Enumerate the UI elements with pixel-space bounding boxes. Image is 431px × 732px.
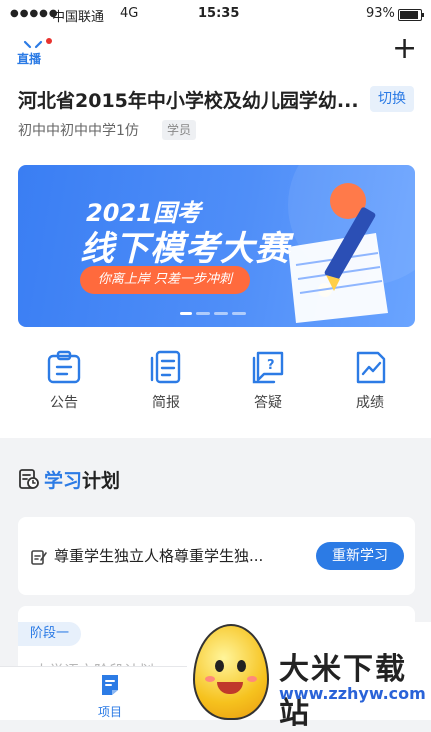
plan-item-card[interactable]: 尊重学生独立人格尊重学生独... 重新学习 (18, 517, 415, 595)
notice-icon (47, 350, 81, 384)
watermark-url: www.zzhyw.com (279, 684, 426, 703)
promo-banner[interactable]: 2021国考 线下模考大赛 你离上岸 只差一步冲刺 (18, 165, 415, 327)
class-name: 初中中初中中学1仿 (18, 123, 139, 139)
project-icon (102, 675, 118, 695)
quick-action-label: 简报 (152, 395, 180, 411)
watermark-logo (193, 624, 269, 720)
quick-action-report[interactable]: 简报 (126, 350, 206, 412)
clock: 15:35 (198, 6, 240, 21)
tab-project[interactable]: 项目 (85, 673, 135, 720)
quick-action-label: 公告 (50, 395, 78, 411)
add-icon[interactable]: + (392, 34, 417, 64)
restart-study-button[interactable]: 重新学习 (316, 542, 404, 570)
question-icon: ? (252, 351, 284, 384)
banner-title: 线下模考大赛 (80, 229, 290, 269)
quick-action-label: 成绩 (356, 395, 384, 411)
course-title: 河北省2015年中小学校及幼儿园学幼... (18, 90, 359, 112)
carrier-name: 中国联通 (52, 10, 105, 25)
carousel-dot[interactable] (196, 312, 210, 315)
battery-icon (398, 9, 424, 21)
quick-action-notice[interactable]: 公告 (24, 350, 104, 412)
svg-text:?: ? (267, 358, 275, 373)
carousel-dot[interactable] (214, 312, 228, 315)
quick-action-label: 答疑 (254, 395, 282, 411)
header-panel: 直播 + 河北省2015年中小学校及幼儿园学幼... 切换 初中中初中中学1仿 … (0, 28, 431, 438)
study-plan-icon (19, 469, 39, 489)
plan-item-title: 尊重学生独立人格尊重学生独... (54, 547, 264, 565)
network-type: 4G (120, 6, 139, 21)
battery-percent: 93% (366, 6, 395, 21)
section-title-study-plan: 学习计划 (44, 466, 120, 493)
logo-label[interactable]: 直播 (17, 50, 41, 67)
carousel-dot[interactable] (232, 312, 246, 315)
notification-dot (46, 38, 52, 44)
status-bar: ●●●●● 中国联通 4G 15:35 93% (0, 0, 431, 28)
tab-label: 项目 (97, 705, 122, 719)
carousel-indicator[interactable] (180, 312, 246, 315)
report-icon (150, 350, 181, 384)
edit-doc-icon (31, 550, 47, 565)
stage-label: 阶段一 (18, 622, 82, 646)
carousel-dot[interactable] (180, 312, 192, 315)
switch-button[interactable]: 切换 (370, 86, 414, 112)
section-title-highlight: 学习 (44, 470, 83, 492)
quick-action-score[interactable]: 成绩 (330, 350, 410, 412)
score-icon (356, 351, 386, 384)
section-title-rest: 计划 (82, 470, 121, 492)
watermark: 大米下载站 www.zzhyw.com (187, 622, 431, 731)
role-badge: 学员 (162, 120, 197, 140)
quick-action-qa[interactable]: ? 答疑 (228, 350, 308, 412)
banner-slogan: 你离上岸 只差一步冲刺 (80, 266, 250, 294)
